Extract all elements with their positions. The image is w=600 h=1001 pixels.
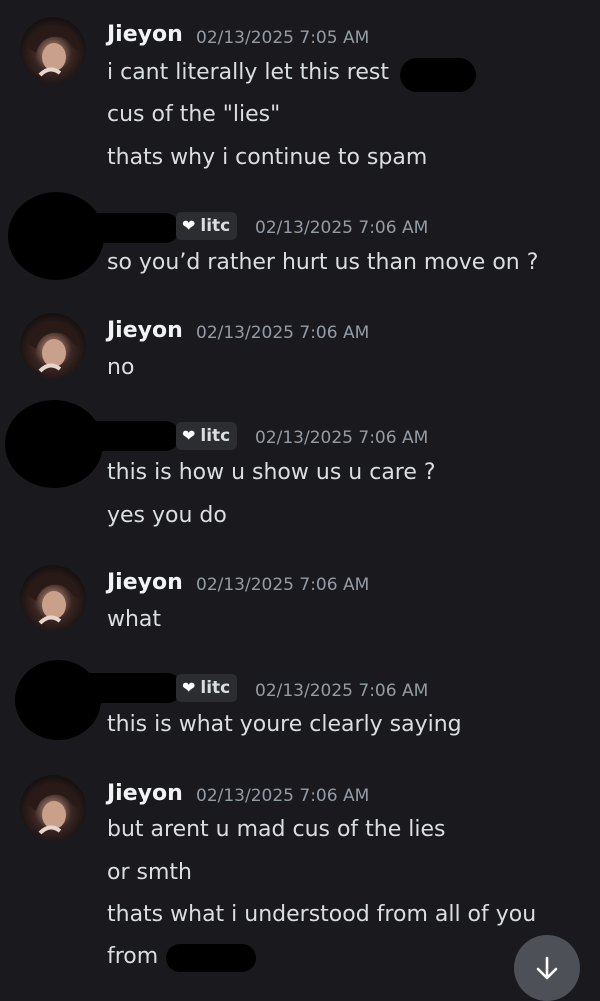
redacted-username <box>60 673 182 703</box>
avatar-image <box>28 320 80 373</box>
message-line: from <box>107 944 159 969</box>
role-tag[interactable]: ❤ litc <box>176 212 238 240</box>
message-line: cus of the "lies" <box>107 102 281 127</box>
avatar[interactable] <box>20 565 86 631</box>
heart-icon: ❤ <box>182 426 196 445</box>
role-tag[interactable]: ❤ litc <box>176 674 238 702</box>
role-tag[interactable]: ❤ litc <box>176 422 238 450</box>
jump-to-present-button[interactable] <box>514 935 580 1001</box>
timestamp: 02/13/2025 7:06 AM <box>255 428 429 448</box>
message-line: this is what youre clearly saying <box>107 712 462 737</box>
message-line: thats what i understood from all of you <box>107 902 537 927</box>
heart-icon: ❤ <box>182 678 196 697</box>
redacted-username <box>60 213 180 243</box>
role-tag-label: litc <box>200 678 231 698</box>
timestamp: 02/13/2025 7:06 AM <box>255 218 429 238</box>
username[interactable]: Jieyon <box>107 781 183 806</box>
avatar[interactable] <box>20 775 86 841</box>
redaction-mark <box>166 944 256 972</box>
heart-icon: ❤ <box>182 216 196 235</box>
message-line: i cant literally let this rest <box>107 60 389 85</box>
avatar-image <box>28 572 80 625</box>
message-line: but arent u mad cus of the lies <box>107 817 446 842</box>
redaction-mark <box>400 58 476 92</box>
message-line: yes you do <box>107 503 227 528</box>
avatar-image <box>28 24 80 77</box>
timestamp: 02/13/2025 7:06 AM <box>196 786 370 806</box>
arrow-down-icon <box>536 956 558 980</box>
message-line: no <box>107 355 135 380</box>
username[interactable]: Jieyon <box>107 318 183 343</box>
message-line: this is how u show us u care ? <box>107 460 436 485</box>
avatar[interactable] <box>20 17 86 83</box>
redacted-username <box>60 421 180 451</box>
timestamp: 02/13/2025 7:06 AM <box>196 323 370 343</box>
timestamp: 02/13/2025 7:05 AM <box>196 28 370 48</box>
message-line: thats why i continue to spam <box>107 145 428 170</box>
timestamp: 02/13/2025 7:06 AM <box>196 575 370 595</box>
avatar-image <box>28 782 80 835</box>
timestamp: 02/13/2025 7:06 AM <box>255 681 429 701</box>
role-tag-label: litc <box>200 216 231 236</box>
message-line: so you’d rather hurt us than move on ? <box>107 250 539 275</box>
username[interactable]: Jieyon <box>107 22 183 47</box>
message-line: or smth <box>107 860 192 885</box>
role-tag-label: litc <box>200 426 231 446</box>
message-line: what <box>107 607 162 632</box>
avatar[interactable] <box>20 313 86 379</box>
username[interactable]: Jieyon <box>107 570 183 595</box>
